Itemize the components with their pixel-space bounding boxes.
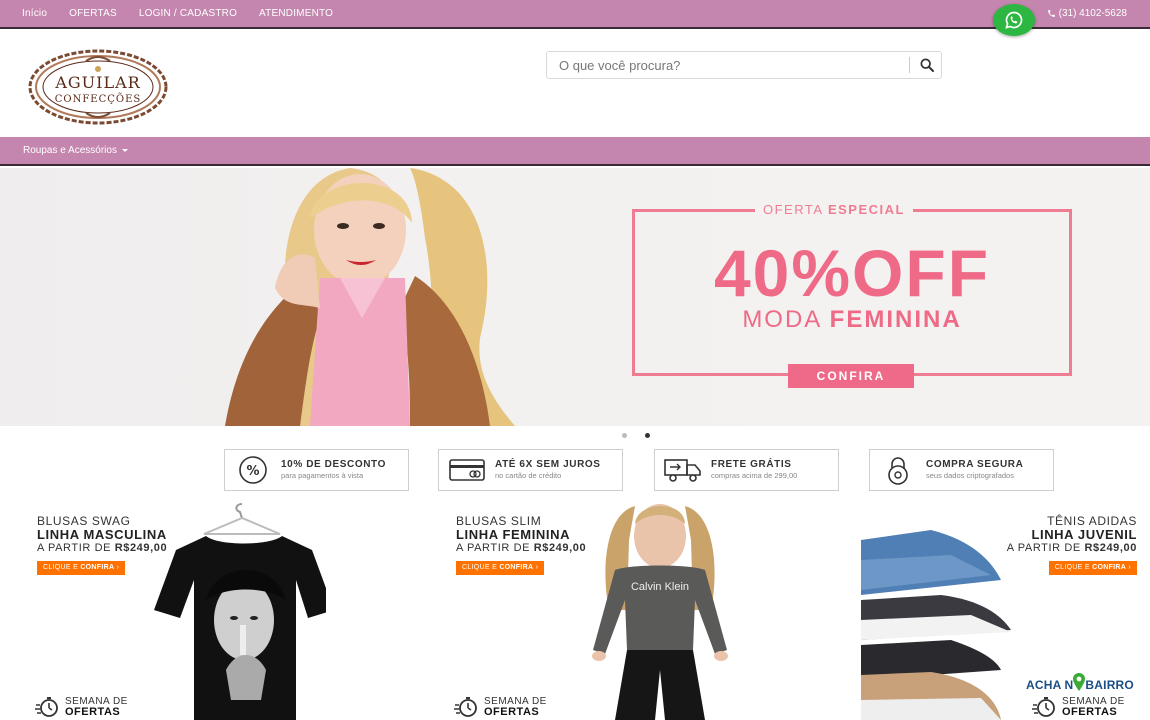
watermark-left: ACHA N [1026, 678, 1074, 692]
feature-subtitle: para pagamentos à vista [281, 471, 364, 480]
feature-secure: COMPRA SEGURA seus dados criptografados [869, 449, 1054, 491]
hero-banner[interactable]: OFERTA ESPECIAL 40%OFF MODA FEMININA CON… [0, 168, 1150, 426]
black-tshirt-image [154, 503, 326, 720]
price-prefix: A PARTIR DE [37, 542, 112, 554]
phone-number: (31) 4102-5628 [1058, 8, 1127, 19]
price-prefix: A PARTIR DE [1006, 542, 1081, 554]
search-button[interactable] [913, 54, 941, 76]
offer-tag-light: OFERTA [763, 202, 823, 217]
cta-light: CLIQUE E [1054, 564, 1090, 571]
product-card-masculina[interactable]: BLUSAS SWAG LINHA MASCULINA A PARTIR DE … [26, 500, 326, 720]
product-cta-button[interactable]: CLIQUE E CONFIRA › [37, 561, 126, 575]
feature-title: FRETE GRÁTIS [711, 459, 792, 470]
truck-icon [664, 459, 701, 482]
product-cta-button[interactable]: CLIQUE E CONFIRA › [456, 561, 545, 575]
percent-icon: % [239, 456, 267, 484]
product-info: TÊNIS ADIDAS LINHA JUVENIL A PARTIR DE R… [1007, 514, 1137, 575]
product-info: BLUSAS SWAG LINHA MASCULINA A PARTIR DE … [37, 514, 167, 575]
logo-text-aguilar: AGUILAR [54, 73, 140, 92]
price-value: R$249,00 [114, 542, 168, 554]
search-icon [920, 58, 934, 72]
product-line2: LINHA FEMININA [456, 527, 571, 542]
map-pin-icon [1073, 673, 1086, 691]
top-bar: Início OFERTAS LOGIN / CADASTRO ATENDIME… [0, 0, 1150, 29]
product-price: A PARTIR DE R$249,00 [37, 542, 167, 555]
product-price: A PARTIR DE R$249,00 [1007, 542, 1137, 555]
carousel-dots [622, 433, 650, 438]
week-offers-badge: SEMANA DE OFERTAS [454, 696, 547, 718]
svg-text:%: % [246, 464, 259, 479]
product-line2: LINHA MASCULINA [37, 527, 167, 542]
search-box [546, 51, 942, 79]
feature-subtitle: compras acima de 299,00 [711, 471, 798, 480]
offer-tag: OFERTA ESPECIAL [755, 202, 913, 217]
cta-light: CLIQUE E [43, 564, 79, 571]
nav-login-cadastro[interactable]: LOGIN / CADASTRO [139, 8, 237, 19]
acha-no-bairro-watermark: ACHA N BAIRRO [1026, 673, 1134, 692]
category-bar: Roupas e Acessórios [0, 137, 1150, 166]
banner-subtitle-light: MODA [742, 306, 821, 333]
feature-free-shipping: FRETE GRÁTIS compras acima de 299,00 [654, 449, 839, 491]
confira-button[interactable]: CONFIRA [788, 364, 914, 388]
product-card-feminina[interactable]: Calvin Klein BLUSAS SLIM LINHA FEMININA … [445, 500, 745, 720]
cta-bold: CONFIRA [499, 564, 534, 571]
watermark-right: BAIRRO [1085, 678, 1134, 692]
header: AGUILAR CONFECÇÕES [0, 31, 1150, 137]
feature-subtitle: seus dados criptografados [926, 471, 1014, 480]
cta-bold: CONFIRA [80, 564, 115, 571]
stopwatch-icon [454, 697, 477, 717]
whatsapp-icon [1005, 11, 1023, 29]
credit-card-icon [449, 459, 485, 481]
week-line2: OFERTAS [1062, 706, 1118, 718]
store-logo[interactable]: AGUILAR CONFECÇÕES [26, 48, 170, 126]
caret-down-icon [121, 149, 128, 152]
nav-atendimento[interactable]: ATENDIMENTO [259, 8, 333, 19]
price-value: R$249,00 [533, 542, 587, 554]
cta-bold: CONFIRA [1092, 564, 1127, 571]
category-label: Roupas e Acessórios [23, 145, 117, 156]
lock-icon [888, 457, 908, 485]
nav-inicio[interactable]: Início [22, 8, 47, 19]
offer-tag-bold: ESPECIAL [827, 202, 905, 217]
phone-icon [1047, 10, 1055, 17]
carousel-dot-2[interactable] [645, 433, 650, 438]
phone-contact: (31) 4102-5628 [1047, 8, 1127, 19]
price-value: R$249,00 [1084, 542, 1137, 554]
feature-subtitle: no cartão de crédito [495, 471, 562, 480]
whatsapp-button[interactable] [993, 4, 1035, 36]
feature-title: ATÉ 6X SEM JUROS [495, 459, 601, 470]
week-line2: OFERTAS [65, 706, 121, 718]
feature-title: 10% DE DESCONTO [281, 459, 386, 470]
price-prefix: A PARTIR DE [456, 542, 531, 554]
product-line2: LINHA JUVENIL [1031, 527, 1137, 542]
woman-tshirt-image: Calvin Klein [592, 504, 728, 720]
stopwatch-icon [35, 697, 58, 717]
search-input[interactable] [547, 52, 907, 78]
nav-ofertas[interactable]: OFERTAS [69, 8, 117, 19]
category-dropdown[interactable]: Roupas e Acessórios [23, 145, 128, 156]
product-info: BLUSAS SLIM LINHA FEMININA A PARTIR DE R… [456, 514, 586, 575]
shirt-brand-text: Calvin Klein [631, 581, 689, 593]
product-price: A PARTIR DE R$249,00 [456, 542, 586, 555]
search-divider [909, 57, 910, 73]
top-nav: Início OFERTAS LOGIN / CADASTRO ATENDIME… [22, 8, 333, 19]
banner-subtitle-bold: FEMININA [829, 306, 962, 333]
feature-installments: ATÉ 6X SEM JUROS no cartão de crédito [438, 449, 623, 491]
feature-discount: % 10% DE DESCONTO para pagamentos à vista [224, 449, 409, 491]
carousel-dot-1[interactable] [622, 433, 627, 438]
banner-subtitle: MODA FEMININA [632, 306, 1072, 334]
stopwatch-icon [1032, 697, 1055, 717]
logo-text-confeccoes: CONFECÇÕES [55, 93, 142, 105]
feature-title: COMPRA SEGURA [926, 459, 1024, 470]
week-offers-badge: SEMANA DE OFERTAS [35, 696, 128, 718]
discount-headline: 40%OFF [713, 236, 991, 310]
product-line1: BLUSAS SWAG [37, 514, 131, 528]
product-line1: BLUSAS SLIM [456, 514, 542, 528]
product-cta-button[interactable]: CLIQUE E CONFIRA › [1048, 561, 1137, 575]
week-line2: OFERTAS [484, 706, 540, 718]
week-offers-badge: SEMANA DE OFERTAS [1032, 696, 1125, 718]
product-line1: TÊNIS ADIDAS [1047, 514, 1137, 528]
cta-light: CLIQUE E [462, 564, 498, 571]
